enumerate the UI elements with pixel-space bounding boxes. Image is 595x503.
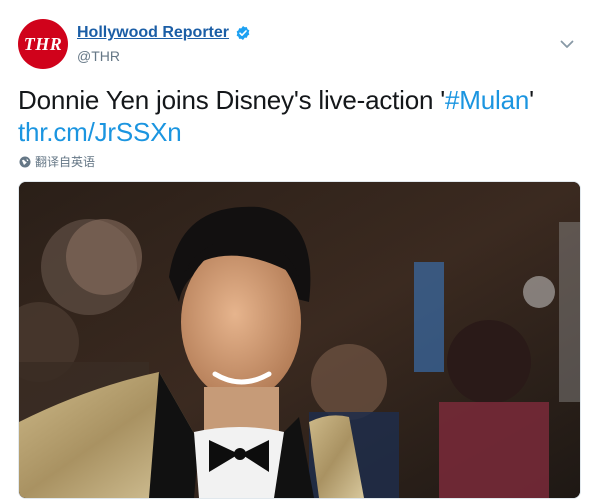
photo-illustration — [19, 182, 580, 498]
author-name-row: Hollywood Reporter — [77, 22, 251, 44]
tweet-text-end: ' — [529, 85, 534, 115]
tweet-photo[interactable] — [18, 181, 581, 499]
tweet-author: Hollywood Reporter @THR — [77, 22, 251, 64]
verified-badge-icon — [236, 26, 250, 40]
avatar-logo-text: THR — [23, 33, 63, 54]
tweet-url-link[interactable]: thr.cm/JrSSXn — [18, 117, 182, 147]
tweet-text: Donnie Yen joins Disney's live-action '#… — [18, 84, 583, 148]
translate-link[interactable]: 翻译自英语 — [19, 153, 95, 170]
author-handle[interactable]: @THR — [77, 48, 251, 64]
translate-label: 翻译自英语 — [35, 155, 96, 169]
avatar[interactable]: THR — [18, 19, 68, 69]
tweet-text-main: Donnie Yen joins Disney's live-action ' — [18, 85, 446, 115]
author-name[interactable]: Hollywood Reporter — [77, 24, 229, 42]
globe-icon — [19, 156, 31, 167]
tweet-card: THR Hollywood Reporter @THR Donnie Yen j… — [0, 0, 595, 503]
hashtag-link[interactable]: #Mulan — [445, 85, 529, 115]
chevron-down-icon[interactable] — [559, 36, 575, 52]
